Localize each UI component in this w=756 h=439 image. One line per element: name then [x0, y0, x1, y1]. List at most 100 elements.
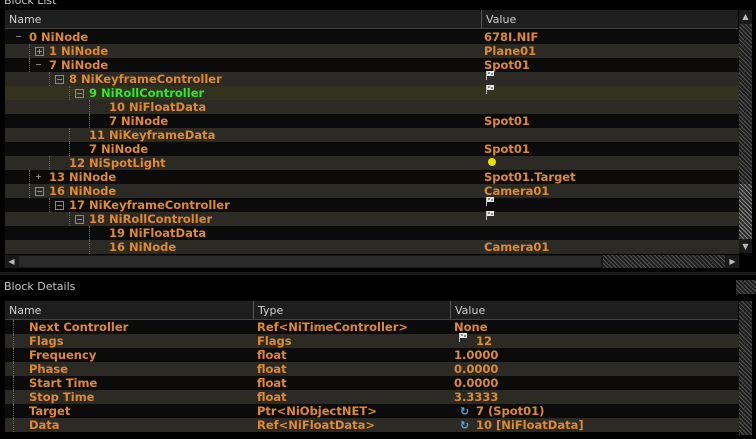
tree-row-name: 18 NiRollController [89, 212, 213, 226]
collapse-icon[interactable]: − [55, 75, 64, 84]
scrollbar-track[interactable] [739, 24, 752, 184]
collapse-icon[interactable]: − [55, 201, 64, 210]
tree-row-name: 13 NiNode [49, 170, 117, 184]
block-list-header-name[interactable]: Name [5, 10, 482, 29]
detail-row[interactable]: Next Controller Ref<NiTimeController> None [5, 320, 739, 334]
block-list-horizontal-scrollbar[interactable]: ◀ ▶ [5, 255, 739, 268]
tree-guide-line [69, 212, 70, 226]
scroll-down-icon[interactable]: ▼ [739, 240, 752, 253]
tree-guide-line [49, 198, 50, 212]
tree-guide-line [13, 362, 14, 376]
tree-guide-line [13, 404, 14, 418]
detail-row[interactable]: Stop Time float 3.3333 [5, 390, 739, 404]
panel-splitter[interactable] [0, 272, 756, 275]
horizontal-scrollbar-thumb[interactable] [19, 256, 601, 267]
tree-guide-line [13, 376, 14, 390]
detail-type: Ref<NiFloatData> [257, 418, 376, 432]
scroll-up-icon[interactable]: ▲ [739, 10, 752, 23]
tree-row[interactable]: −9 NiRollController [5, 85, 739, 100]
block-details-vertical-scrollbar[interactable] [739, 301, 752, 435]
link-icon: ↻ [460, 419, 470, 432]
detail-type: float [257, 348, 287, 362]
block-details-title: Block Details [4, 280, 76, 293]
tree-row[interactable]: +13 NiNode Spot01.Target [5, 170, 739, 184]
tree-row[interactable]: 7 NiNode Spot01 [5, 142, 739, 156]
tree-row[interactable]: 19 NiFloatData [5, 226, 739, 240]
tree-row-value-text: Camera01 [484, 240, 550, 254]
detail-type: Ref<NiTimeController> [257, 320, 409, 334]
tree-row-name: 7 NiNode [89, 142, 149, 156]
detail-row[interactable]: Flags Flags 12 [5, 331, 739, 348]
panel-grip[interactable] [736, 280, 756, 294]
tree-row[interactable]: −0 NiNode 678I.NIF [5, 30, 739, 44]
tree-row[interactable]: −7 NiNode Spot01 [5, 58, 739, 72]
detail-row[interactable]: Data Ref<NiFloatData> ↻ 10 [NiFloatData] [5, 418, 739, 432]
tree-guide-line [29, 170, 30, 184]
block-list-vertical-scrollbar[interactable]: ▲ ▼ [739, 10, 752, 253]
detail-value[interactable]: ↻ 7 (Spot01) [454, 404, 544, 419]
collapse-icon[interactable]: − [75, 89, 84, 98]
expand-icon[interactable]: + [35, 173, 42, 181]
tree-row[interactable]: −17 NiKeyframeController [5, 197, 739, 212]
tree-row-name: 17 NiKeyframeController [69, 198, 230, 212]
detail-value[interactable]: 1.0000 [454, 348, 498, 362]
detail-name: Target [29, 404, 71, 418]
tree-row[interactable]: 16 NiNode Camera01 [5, 240, 739, 254]
tree-row-name: 16 NiNode [109, 240, 177, 254]
tree-guide-line [13, 390, 14, 404]
scroll-right-icon[interactable]: ▶ [726, 255, 739, 268]
detail-name: Data [29, 418, 60, 432]
tree-row-name: 19 NiFloatData [109, 226, 207, 240]
tree-row-name: 8 NiKeyframeController [69, 72, 222, 86]
block-list-title: Block List [4, 0, 57, 7]
tree-row[interactable]: 12 NiSpotLight [5, 156, 739, 170]
tree-row-value-text: 678I.NIF [484, 30, 539, 44]
tree-row-value: Camera01 [484, 240, 549, 254]
tree-row[interactable]: 7 NiNode Spot01 [5, 114, 739, 128]
collapse-icon[interactable]: − [75, 215, 84, 224]
detail-value[interactable]: ↻ 10 [NiFloatData] [454, 418, 584, 433]
tree-row-value-text: Spot01.Target [484, 170, 576, 184]
detail-row[interactable]: Frequency float 1.0000 [5, 348, 739, 362]
detail-value-text: 10 [NiFloatData] [476, 418, 584, 432]
tree-row[interactable]: −8 NiKeyframeController [5, 71, 739, 86]
detail-value[interactable]: 12 [454, 331, 492, 348]
tree-guide-line [69, 128, 70, 142]
detail-value-text: 0.0000 [454, 376, 499, 390]
flag-icon [486, 209, 495, 220]
block-list-header-value[interactable]: Value [482, 10, 738, 29]
tree-guide-line [49, 72, 50, 86]
tree-row-name: 1 NiNode [49, 44, 109, 58]
block-details-header-type[interactable]: Type [254, 301, 451, 320]
detail-value[interactable]: 0.0000 [454, 376, 498, 390]
tree-row-value [484, 156, 496, 170]
tree-row-name: 12 NiSpotLight [69, 156, 166, 170]
detail-row[interactable]: Start Time float 0.0000 [5, 376, 739, 390]
tree-row[interactable]: +1 NiNode Plane01 [5, 44, 739, 58]
detail-value[interactable]: 0.0000 [454, 362, 498, 376]
tree-guide-line [13, 348, 14, 362]
detail-value-text: 0.0000 [454, 362, 499, 376]
tree-row[interactable]: −16 NiNode Camera01 [5, 184, 739, 198]
collapse-icon[interactable]: − [15, 33, 22, 41]
tree-row[interactable]: 11 NiKeyframeData [5, 128, 739, 142]
flag-icon [459, 331, 468, 342]
tree-row[interactable]: −18 NiRollController [5, 209, 739, 226]
tree-row[interactable]: 10 NiFloatData [5, 100, 739, 114]
collapse-icon[interactable]: − [35, 61, 42, 69]
tree-row-value: 678I.NIF [484, 30, 538, 44]
detail-row[interactable]: Phase float 0.0000 [5, 362, 739, 376]
horizontal-scrollbar-track[interactable] [603, 255, 725, 268]
scrollbar-thumb[interactable] [739, 184, 752, 239]
tree-row-value [484, 209, 495, 226]
tree-row-name: 7 NiNode [49, 58, 109, 72]
collapse-icon[interactable]: − [35, 187, 44, 196]
detail-name: Frequency [29, 348, 97, 362]
scroll-left-icon[interactable]: ◀ [5, 255, 18, 268]
detail-value[interactable]: 3.3333 [454, 390, 498, 404]
block-details-header-value[interactable]: Value [451, 301, 738, 320]
expand-icon[interactable]: + [35, 47, 44, 56]
detail-row[interactable]: Target Ptr<NiObjectNET> ↻ 7 (Spot01) [5, 404, 739, 418]
block-details-header-name[interactable]: Name [5, 301, 254, 320]
detail-type: Ptr<NiObjectNET> [257, 404, 377, 418]
